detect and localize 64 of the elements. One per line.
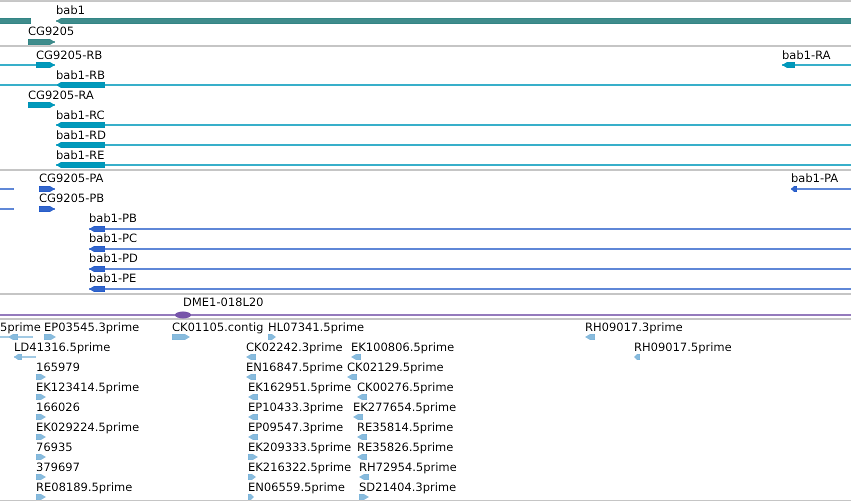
feature-glyph[interactable] (0, 206, 55, 212)
feature-label: HL07341.5prime (268, 320, 364, 334)
feature-label: RH09017.3prime (585, 320, 683, 334)
feature-label: 76935 (36, 440, 73, 454)
feature-label: bab1-PB (89, 211, 137, 225)
feature-label: bab1-RC (56, 108, 105, 122)
feature-label: SD21404.3prime (359, 480, 456, 494)
feature-glyph[interactable] (0, 62, 55, 68)
feature-label: bab1-PC (89, 231, 138, 245)
feature-label: EK216322.5prime (248, 460, 352, 474)
feature-glyph[interactable] (28, 102, 55, 108)
feature-label: 379697 (36, 460, 80, 474)
feature-label: bab1-RE (56, 148, 104, 162)
feature-label: RE08189.5prime (36, 480, 132, 494)
feature-label: EK029224.5prime (36, 420, 140, 434)
feature-label: EP09547.3prime (248, 420, 344, 434)
feature-glyph[interactable] (56, 142, 851, 148)
feature-label: RH72954.5prime (359, 460, 457, 474)
feature-label: CK01105.contig (172, 320, 264, 334)
feature-glyph[interactable] (791, 186, 851, 192)
feature-label: 166026 (36, 400, 80, 414)
feature-glyph[interactable] (56, 122, 851, 128)
feature-label: RE35826.5prime (357, 440, 454, 454)
feature-label: EK162951.5prime (248, 380, 352, 394)
feature-label: CG9205-PB (39, 191, 104, 205)
feature-label: 165979 (36, 360, 80, 374)
feature-label: RE35814.5prime (357, 420, 454, 434)
feature-label: RH09017.5prime (634, 340, 732, 354)
feature-label: DME1-018L20 (183, 295, 264, 309)
feature-label: EK123414.5prime (36, 380, 140, 394)
feature-label: CG9205-RA (28, 88, 94, 102)
feature-label: bab1-RB (56, 68, 105, 82)
feature-label: EN06559.5prime (248, 480, 345, 494)
feature-label: LD41316.5prime (14, 340, 110, 354)
feature-glyph[interactable] (0, 82, 851, 88)
feature-label: bab1-RA (782, 48, 831, 62)
feature-label: bab1-RD (56, 128, 106, 142)
feature-label: CG9205-RB (36, 48, 102, 62)
feature-label: EN16847.5prime (246, 360, 343, 374)
feature-glyph[interactable] (0, 312, 851, 318)
feature-label: EP03545.3prime (44, 320, 140, 334)
feature-glyph[interactable] (782, 62, 851, 68)
feature-label: EK209333.5prime (248, 440, 352, 454)
feature-label: CK00276.5prime (357, 380, 454, 394)
feature-label: CG9205 (28, 24, 74, 38)
feature-glyph[interactable] (89, 246, 851, 252)
feature-label: 5prime (0, 320, 41, 334)
feature-label: bab1-PD (89, 251, 138, 265)
feature-label: EK100806.5prime (351, 340, 454, 354)
feature-glyph[interactable] (0, 18, 851, 24)
feature-glyph[interactable] (56, 162, 851, 168)
feature-glyph[interactable] (0, 186, 55, 192)
feature-label: EK277654.5prime (353, 400, 456, 414)
feature-glyph[interactable] (28, 39, 55, 45)
feature-label: bab1 (56, 3, 85, 17)
feature-label: CG9205-PA (39, 171, 104, 185)
feature-glyph[interactable] (89, 286, 851, 292)
feature-label: EP10433.3prime (248, 400, 344, 414)
feature-label: bab1-PA (791, 171, 838, 185)
feature-label: bab1-PE (89, 271, 136, 285)
feature-label: CK02129.5prime (347, 360, 444, 374)
feature-label: CK02242.3prime (246, 340, 343, 354)
feature-glyph[interactable] (89, 266, 851, 272)
feature-glyph[interactable] (89, 226, 851, 232)
